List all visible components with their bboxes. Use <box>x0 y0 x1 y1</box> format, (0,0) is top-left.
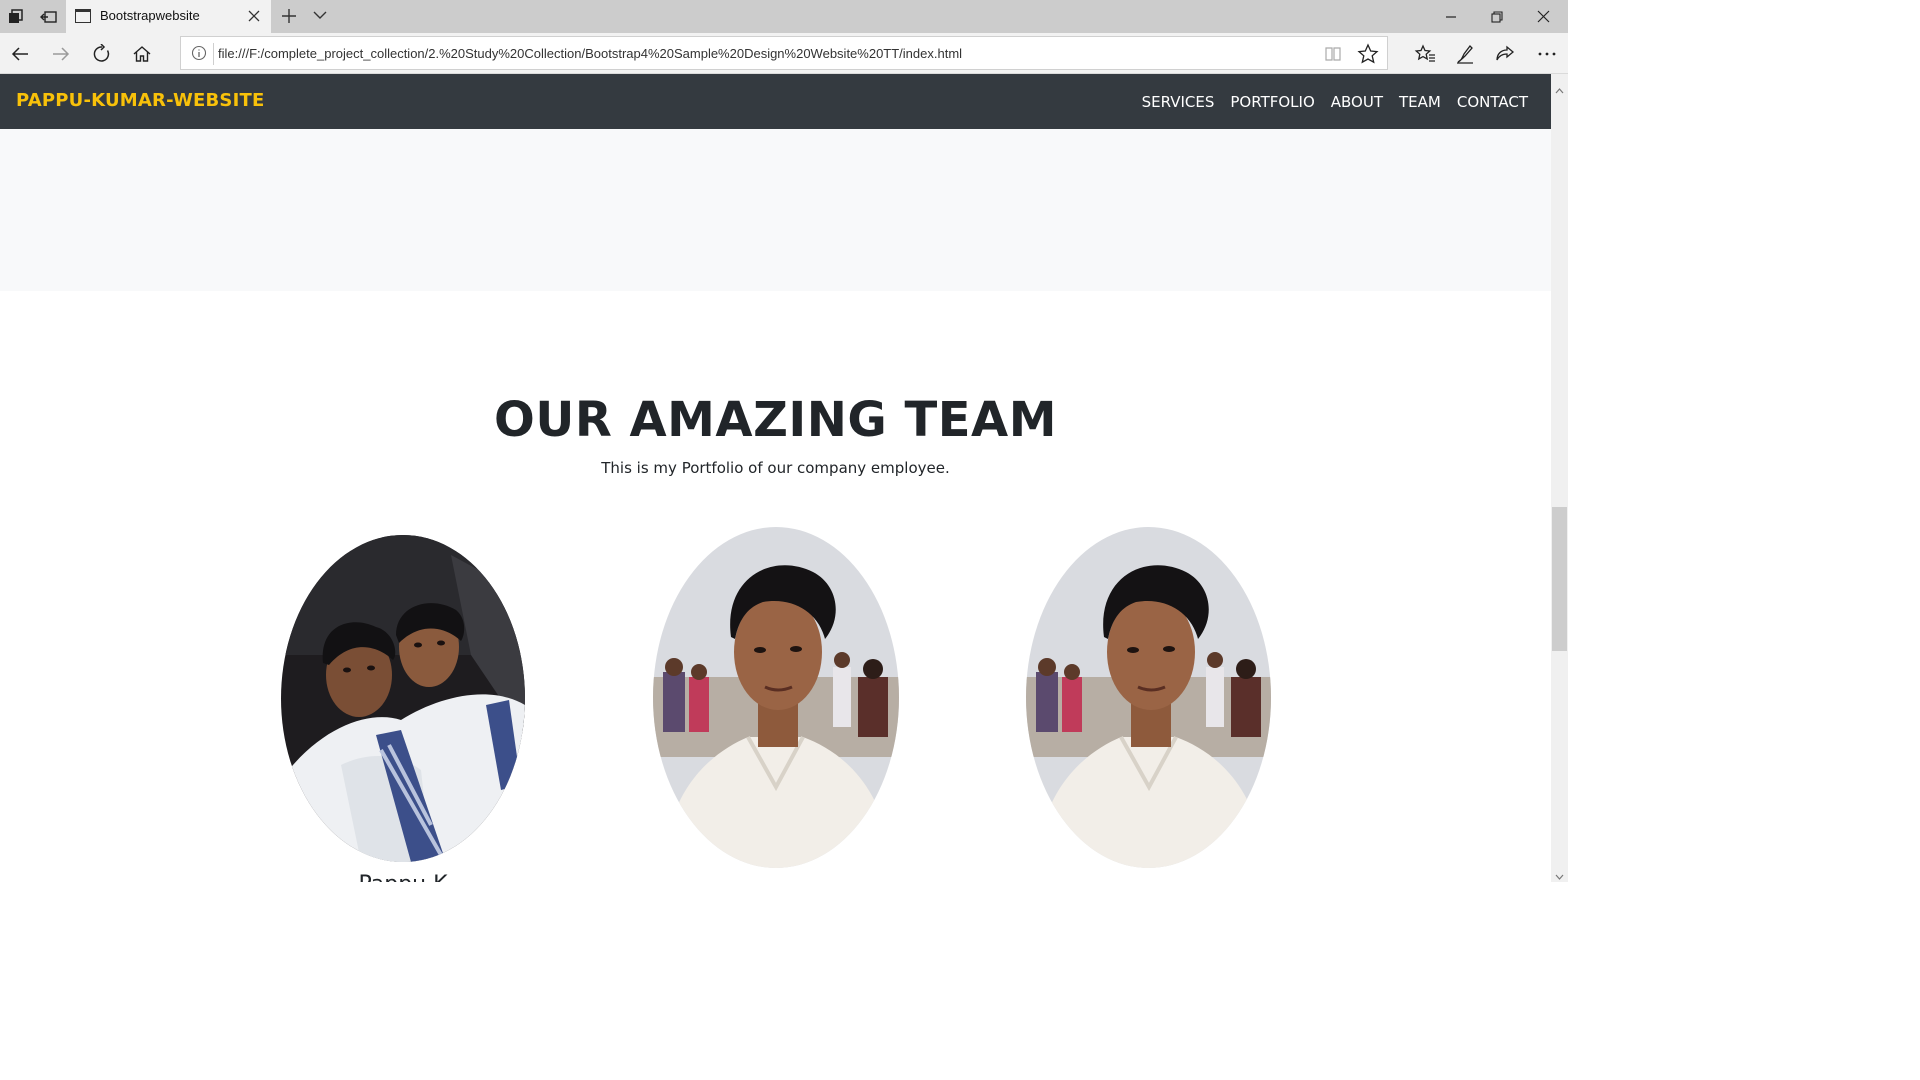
nav-link-portfolio[interactable]: PORTFOLIO <box>1230 93 1314 111</box>
close-window-icon[interactable] <box>1520 0 1566 33</box>
home-icon[interactable] <box>122 33 162 74</box>
forward-icon[interactable] <box>41 33 81 74</box>
address-toolbar: file:///F:/complete_project_collection/2… <box>0 33 1568 74</box>
nav-link-team[interactable]: TEAM <box>1399 93 1441 111</box>
minimize-icon[interactable] <box>1428 0 1474 33</box>
nav-link-contact[interactable]: CONTACT <box>1457 93 1528 111</box>
refresh-icon[interactable] <box>82 33 122 74</box>
site-navbar: PAPPU-KUMAR-WEBSITE SERVICES PORTFOLIO A… <box>0 74 1551 129</box>
page-icon <box>75 9 91 23</box>
web-notes-pen-icon[interactable] <box>1445 33 1485 74</box>
browser-tab-active[interactable]: Bootstrapwebsite <box>66 0 271 33</box>
favorites-hub-icon[interactable] <box>1405 33 1445 74</box>
team-section-title: OUR AMAZING TEAM <box>494 392 1057 448</box>
scroll-up-arrow-icon[interactable] <box>1555 80 1564 94</box>
set-aside-tabs-icon[interactable] <box>33 0 65 33</box>
previous-section-background <box>0 129 1551 291</box>
back-icon[interactable] <box>0 33 40 74</box>
site-brand-link[interactable]: PAPPU-KUMAR-WEBSITE <box>16 90 264 111</box>
more-options-icon[interactable] <box>1527 33 1567 74</box>
tab-title: Bootstrapwebsite <box>100 8 200 23</box>
address-bar[interactable]: file:///F:/complete_project_collection/2… <box>180 36 1388 70</box>
browser-tab-bar: Bootstrapwebsite <box>0 0 1568 33</box>
share-icon[interactable] <box>1485 33 1525 74</box>
new-tab-icon[interactable] <box>279 6 299 26</box>
team-member-name-1: Pappu K <box>253 872 553 882</box>
team-member-photo-1 <box>281 535 525 862</box>
site-info-icon[interactable] <box>191 45 207 61</box>
nav-link-services[interactable]: SERVICES <box>1142 93 1215 111</box>
page-viewport: PAPPU-KUMAR-WEBSITE SERVICES PORTFOLIO A… <box>0 74 1551 882</box>
scroll-down-arrow-icon[interactable] <box>1555 867 1564 880</box>
reading-view-icon[interactable] <box>1324 45 1342 63</box>
tab-actions-icon[interactable] <box>0 0 32 33</box>
team-section-subtitle: This is my Portfolio of our company empl… <box>601 459 950 477</box>
url-text[interactable]: file:///F:/complete_project_collection/2… <box>218 46 962 61</box>
team-member-photo-3 <box>1026 527 1271 868</box>
favorite-star-icon[interactable] <box>1357 43 1379 65</box>
scrollbar-thumb[interactable] <box>1552 507 1567 651</box>
tab-list-chevron-icon[interactable] <box>312 7 328 23</box>
site-nav-links: SERVICES PORTFOLIO ABOUT TEAM CONTACT <box>1142 74 1528 129</box>
close-tab-icon[interactable] <box>245 7 263 25</box>
restore-icon[interactable] <box>1474 0 1520 33</box>
address-separator <box>213 43 214 65</box>
nav-link-about[interactable]: ABOUT <box>1331 93 1383 111</box>
page-scrollbar[interactable] <box>1551 74 1568 882</box>
team-member-photo-2 <box>653 527 899 868</box>
